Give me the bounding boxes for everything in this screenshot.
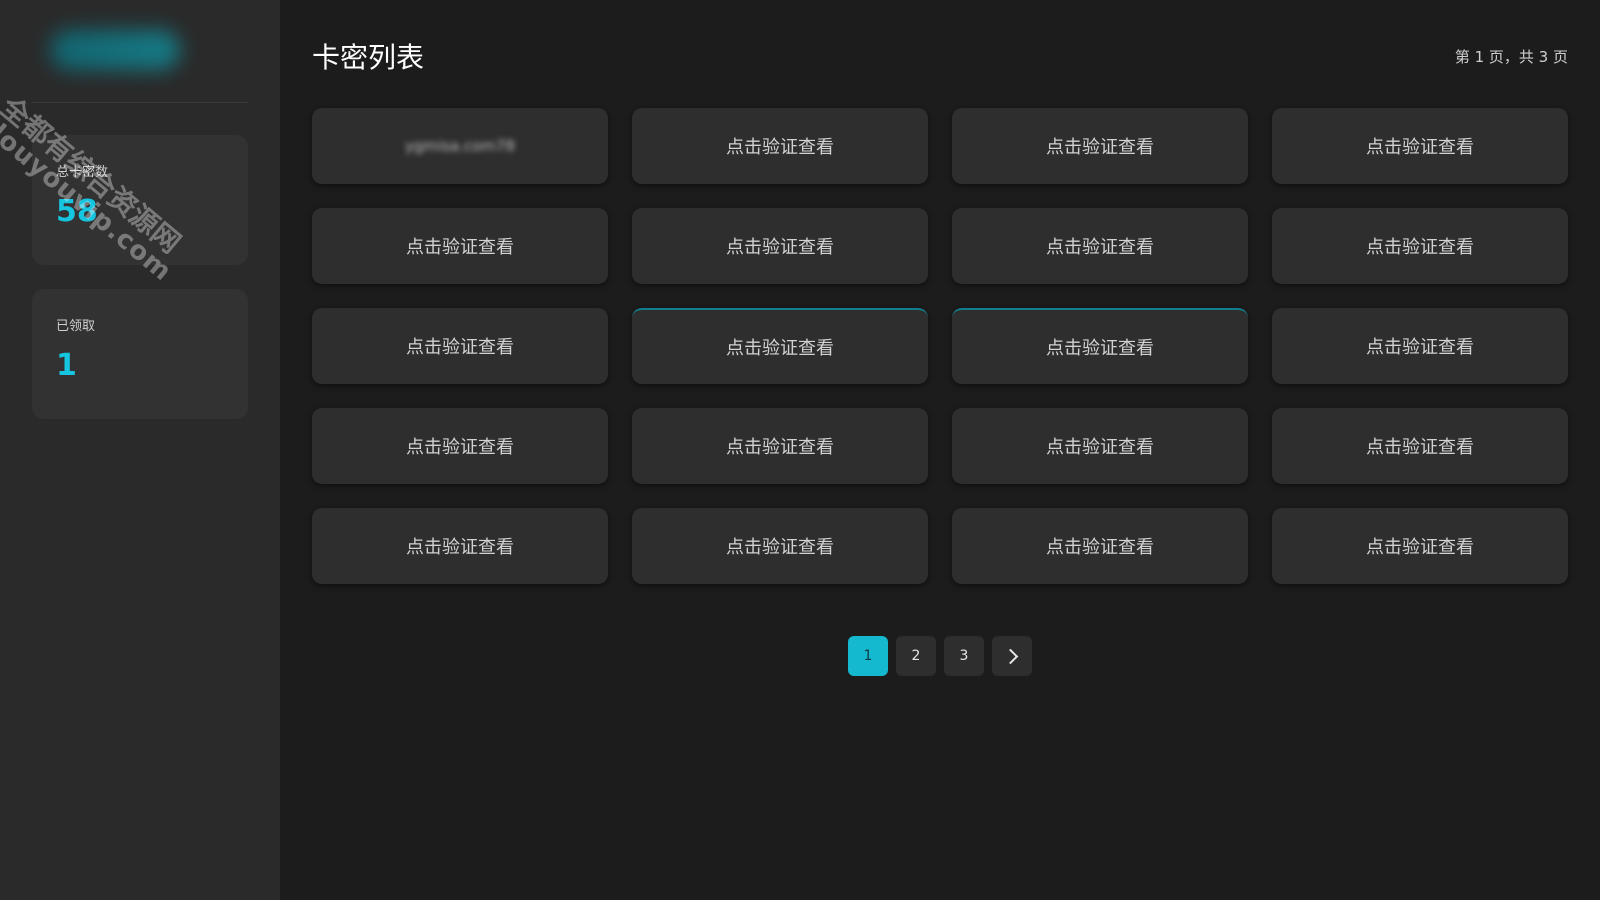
card-grid: ygmisa.com78 点击验证查看 点击验证查看 点击验证查看 点击验证查看… <box>312 108 1568 584</box>
card-label: 点击验证查看 <box>726 437 834 458</box>
card-item[interactable]: 点击验证查看 <box>1272 508 1568 584</box>
card-label: 点击验证查看 <box>406 437 514 458</box>
card-item[interactable]: 点击验证查看 <box>1272 308 1568 384</box>
card-item[interactable]: 点击验证查看 <box>952 208 1248 284</box>
card-label: 点击验证查看 <box>726 237 834 258</box>
card-label: 点击验证查看 <box>726 537 834 558</box>
card-label: 点击验证查看 <box>1366 337 1474 358</box>
card-item[interactable]: 点击验证查看 <box>632 308 928 384</box>
card-label: 点击验证查看 <box>1046 537 1154 558</box>
card-label: 点击验证查看 <box>1046 237 1154 258</box>
stat-value: 58 <box>56 194 98 229</box>
header: 卡密列表 第 1 页，共 3 页 <box>312 36 1568 76</box>
card-label: 点击验证查看 <box>1046 437 1154 458</box>
main-content: 卡密列表 第 1 页，共 3 页 ygmisa.com78 点击验证查看 点击验… <box>280 0 1600 900</box>
card-item[interactable]: 点击验证查看 <box>1272 108 1568 184</box>
card-label: 点击验证查看 <box>1366 437 1474 458</box>
page-button-1[interactable]: 1 <box>848 636 888 676</box>
card-item[interactable]: 点击验证查看 <box>632 208 928 284</box>
card-item[interactable]: 点击验证查看 <box>632 508 928 584</box>
stat-label: 总卡密数 <box>56 165 109 180</box>
card-item[interactable]: 点击验证查看 <box>632 408 928 484</box>
sidebar: 总卡密数 58 已领取 1 <box>0 0 280 900</box>
page-title: 卡密列表 <box>312 41 425 74</box>
card-item[interactable]: 点击验证查看 <box>952 308 1248 384</box>
card-label: 点击验证查看 <box>1366 137 1474 158</box>
blurred-logo <box>50 30 180 70</box>
stat-card-claimed: 已领取 1 <box>32 289 248 419</box>
card-item[interactable]: ygmisa.com78 <box>312 108 608 184</box>
card-label: 点击验证查看 <box>406 237 514 258</box>
stat-card-total: 总卡密数 58 <box>32 135 248 265</box>
card-item[interactable]: 点击验证查看 <box>952 508 1248 584</box>
next-page-button[interactable] <box>992 636 1032 676</box>
card-item[interactable]: 点击验证查看 <box>952 108 1248 184</box>
stat-value: 1 <box>56 348 77 383</box>
brand-logo <box>32 0 248 103</box>
card-label: 点击验证查看 <box>726 137 834 158</box>
card-item[interactable]: 点击验证查看 <box>1272 408 1568 484</box>
card-item[interactable]: 点击验证查看 <box>312 208 608 284</box>
page-button-3[interactable]: 3 <box>944 636 984 676</box>
card-label: 点击验证查看 <box>406 537 514 558</box>
card-label: 点击验证查看 <box>726 338 834 359</box>
chevron-right-icon <box>1002 648 1019 664</box>
card-item[interactable]: 点击验证查看 <box>312 508 608 584</box>
page-button-2[interactable]: 2 <box>896 636 936 676</box>
card-item[interactable]: 点击验证查看 <box>312 408 608 484</box>
card-label: 点击验证查看 <box>1046 137 1154 158</box>
card-item[interactable]: 点击验证查看 <box>1272 208 1568 284</box>
card-label: 点击验证查看 <box>406 337 514 358</box>
pagination: 1 2 3 <box>280 636 1600 676</box>
app-root: 总卡密数 58 已领取 1 卡密列表 第 1 页，共 3 页 ygmisa.co… <box>0 0 1600 900</box>
card-label: 点击验证查看 <box>1046 338 1154 359</box>
card-item[interactable]: 点击验证查看 <box>952 408 1248 484</box>
card-label: 点击验证查看 <box>1366 237 1474 258</box>
card-item[interactable]: 点击验证查看 <box>312 308 608 384</box>
page-info: 第 1 页，共 3 页 <box>1454 47 1568 66</box>
revealed-key: ygmisa.com78 <box>404 137 516 155</box>
stat-label: 已领取 <box>56 319 96 334</box>
card-label: 点击验证查看 <box>1366 537 1474 558</box>
card-item[interactable]: 点击验证查看 <box>632 108 928 184</box>
